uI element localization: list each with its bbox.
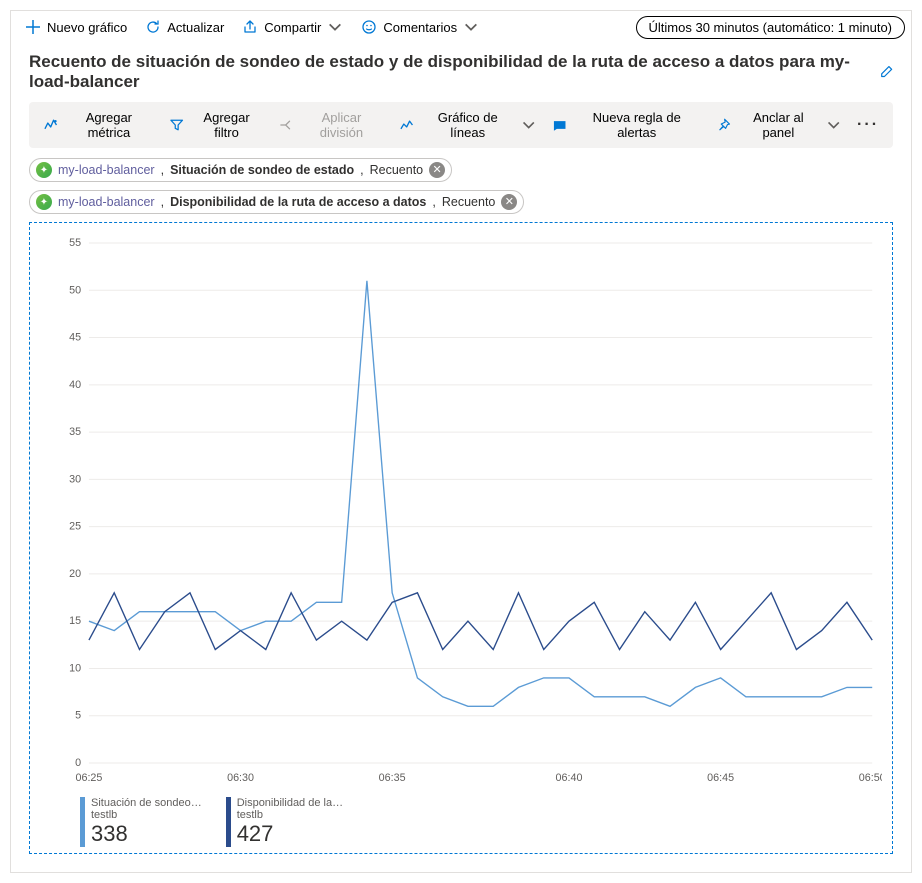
svg-text:40: 40 [69, 379, 81, 391]
share-button[interactable]: Compartir [234, 15, 351, 39]
resource-icon: ✦ [36, 194, 52, 210]
comments-button[interactable]: Comentarios [353, 15, 487, 39]
chart-type-label: Gráfico de líneas [421, 110, 515, 140]
metric-chip-row: ✦ my-load-balancer, Situación de sondeo … [29, 158, 893, 214]
apply-split-label: Aplicar división [300, 110, 383, 140]
more-button[interactable]: ··· [849, 112, 887, 138]
pin-button[interactable]: Anclar al panel [708, 106, 849, 144]
chip-resource: my-load-balancer [58, 195, 155, 209]
chart-legend: Situación de sondeo… testlb 338 Disponib… [40, 793, 882, 847]
apply-split-button: Aplicar división [270, 106, 391, 144]
chart-title-row: Recuento de situación de sondeo de estad… [11, 44, 911, 98]
add-filter-button[interactable]: Agregar filtro [161, 106, 270, 144]
chevron-down-icon [826, 117, 841, 133]
svg-text:15: 15 [69, 615, 81, 627]
add-metric-button[interactable]: Agregar métrica [35, 106, 161, 144]
svg-text:0: 0 [75, 757, 81, 769]
chart-title: Recuento de situación de sondeo de estad… [29, 52, 871, 92]
legend-label: Disponibilidad de la… [237, 797, 343, 809]
svg-text:20: 20 [69, 568, 81, 580]
add-metric-label: Agregar métrica [64, 110, 153, 140]
svg-text:06:40: 06:40 [556, 772, 583, 784]
svg-text:5: 5 [75, 710, 81, 722]
new-alert-rule-label: Nueva regla de alertas [574, 110, 700, 140]
chart-type-button[interactable]: Gráfico de líneas [391, 106, 544, 144]
chip-aggregation: Recuento [370, 163, 424, 177]
pin-label: Anclar al panel [737, 110, 820, 140]
share-label: Compartir [264, 20, 321, 35]
filter-icon [169, 117, 184, 133]
metric-icon [43, 117, 58, 133]
chart-toolbar: Agregar métrica Agregar filtro Aplicar d… [29, 102, 893, 148]
legend-value: 427 [237, 821, 343, 847]
line-chart-icon [399, 117, 414, 133]
comments-label: Comentarios [383, 20, 457, 35]
share-icon [242, 19, 258, 35]
svg-text:06:50: 06:50 [859, 772, 882, 784]
legend-label: Situación de sondeo… [91, 797, 202, 809]
time-range-label: Últimos 30 minutos (automático: 1 minuto… [649, 20, 892, 35]
legend-sublabel: testlb [237, 809, 343, 821]
line-chart[interactable]: 0 5 10 15 20 25 30 35 40 45 50 55 06:25 06:30 06:35 06:… [40, 233, 882, 793]
svg-text:35: 35 [69, 426, 81, 438]
edit-icon[interactable] [879, 64, 893, 80]
legend-item[interactable]: Disponibilidad de la… testlb 427 [226, 797, 343, 847]
metric-chip[interactable]: ✦ my-load-balancer, Situación de sondeo … [29, 158, 452, 182]
split-icon [278, 117, 293, 133]
add-filter-label: Agregar filtro [191, 110, 263, 140]
metrics-panel: Nuevo gráfico Actualizar Compartir Comen… [10, 10, 912, 873]
legend-sublabel: testlb [91, 809, 202, 821]
legend-value: 338 [91, 821, 202, 847]
command-bar: Nuevo gráfico Actualizar Compartir Comen… [11, 11, 911, 44]
refresh-label: Actualizar [167, 20, 224, 35]
legend-item[interactable]: Situación de sondeo… testlb 338 [80, 797, 202, 847]
svg-text:10: 10 [69, 662, 81, 674]
legend-swatch [226, 797, 231, 847]
chevron-down-icon [463, 19, 479, 35]
resource-icon: ✦ [36, 162, 52, 178]
svg-text:55: 55 [69, 237, 81, 249]
smiley-icon [361, 19, 377, 35]
chip-metric: Situación de sondeo de estado [170, 163, 354, 177]
svg-text:06:30: 06:30 [227, 772, 254, 784]
chip-metric: Disponibilidad de la ruta de acceso a da… [170, 195, 426, 209]
svg-text:25: 25 [69, 521, 81, 533]
chart-container: 0 5 10 15 20 25 30 35 40 45 50 55 06:25 06:30 06:35 06:… [29, 222, 893, 854]
svg-text:06:45: 06:45 [707, 772, 734, 784]
chip-resource: my-load-balancer [58, 163, 155, 177]
svg-text:45: 45 [69, 331, 81, 343]
refresh-icon [145, 19, 161, 35]
svg-text:30: 30 [69, 473, 81, 485]
alert-icon [552, 117, 567, 133]
metric-chip[interactable]: ✦ my-load-balancer, Disponibilidad de la… [29, 190, 524, 214]
svg-text:06:35: 06:35 [379, 772, 406, 784]
new-alert-rule-button[interactable]: Nueva regla de alertas [544, 106, 707, 144]
pin-icon [716, 117, 731, 133]
chevron-down-icon [327, 19, 343, 35]
refresh-button[interactable]: Actualizar [137, 15, 232, 39]
legend-swatch [80, 797, 85, 847]
plus-icon [25, 19, 41, 35]
svg-text:50: 50 [69, 284, 81, 296]
chip-aggregation: Recuento [442, 195, 496, 209]
new-chart-label: Nuevo gráfico [47, 20, 127, 35]
new-chart-button[interactable]: Nuevo gráfico [17, 15, 135, 39]
remove-chip-icon[interactable]: ✕ [429, 162, 445, 178]
time-range-pill[interactable]: Últimos 30 minutos (automático: 1 minuto… [636, 16, 905, 39]
chevron-down-icon [521, 117, 536, 133]
svg-text:06:25: 06:25 [75, 772, 102, 784]
remove-chip-icon[interactable]: ✕ [501, 194, 517, 210]
